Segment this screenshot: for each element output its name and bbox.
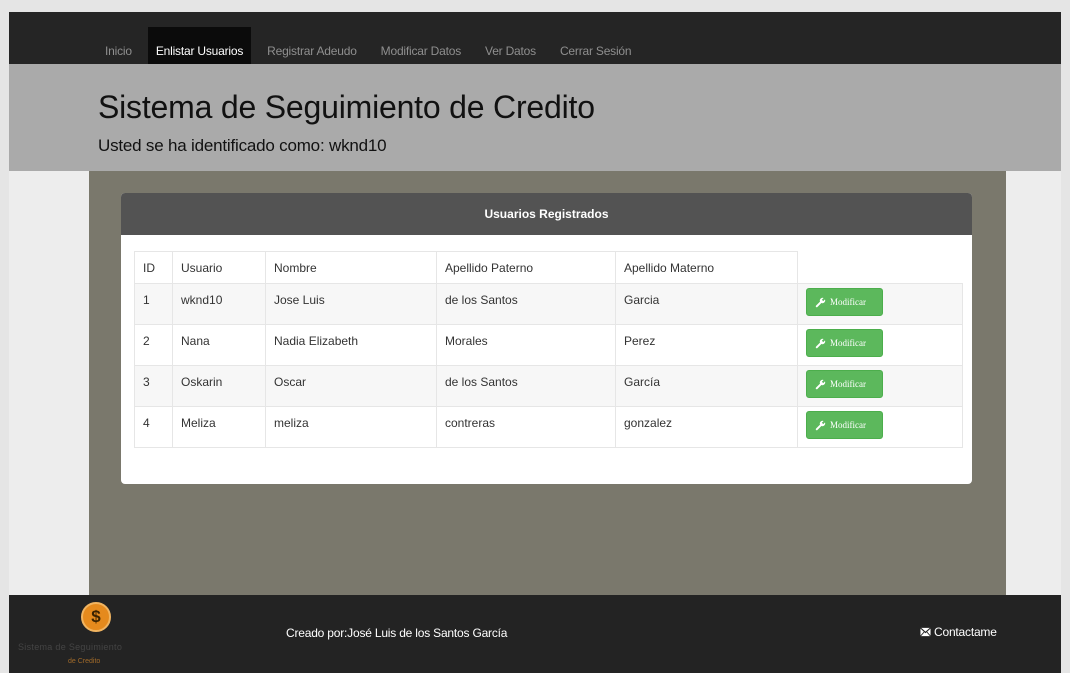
nav-item-modificar-datos[interactable]: Modificar Datos bbox=[381, 40, 462, 62]
cell-usuario: wknd10 bbox=[172, 283, 266, 325]
cell-id: 2 bbox=[134, 324, 173, 366]
column-header-id: ID bbox=[134, 251, 173, 284]
table-row: 2 Nana Nadia Elizabeth Morales Perez Mod… bbox=[134, 324, 963, 366]
table-row: 4 Meliza meliza contreras gonzalez Modif… bbox=[134, 406, 963, 448]
column-header-apellido-paterno: Apellido Paterno bbox=[436, 251, 616, 284]
cell-apellido-paterno: de los Santos bbox=[436, 365, 616, 407]
cell-id: 3 bbox=[134, 365, 173, 407]
cell-usuario: Oskarin bbox=[172, 365, 266, 407]
wrench-icon bbox=[815, 379, 826, 389]
users-table: ID Usuario Nombre Apellido Paterno Apell… bbox=[134, 251, 963, 448]
column-header-nombre: Nombre bbox=[265, 251, 437, 284]
cell-nombre: Nadia Elizabeth bbox=[265, 324, 437, 366]
column-header-actions bbox=[798, 252, 963, 284]
cell-apellido-paterno: de los Santos bbox=[436, 283, 616, 325]
column-header-apellido-materno: Apellido Materno bbox=[615, 251, 798, 284]
logged-in-user-text: Usted se ha identificado como: wknd10 bbox=[98, 136, 387, 155]
users-panel: Usuarios Registrados ID Usuario Nombre A… bbox=[121, 193, 972, 484]
page-title: Sistema de Seguimiento de Credito bbox=[98, 89, 595, 125]
logo-text: Sistema de Seguimiento bbox=[18, 642, 123, 652]
table-header-row: ID Usuario Nombre Apellido Paterno Apell… bbox=[134, 251, 963, 284]
cell-apellido-materno: Perez bbox=[615, 324, 798, 366]
cell-usuario: Meliza bbox=[172, 406, 266, 448]
cell-nombre: Oscar bbox=[265, 365, 437, 407]
panel-title: Usuarios Registrados bbox=[121, 193, 972, 235]
envelope-icon bbox=[920, 627, 931, 637]
modify-button-label: Modificar bbox=[830, 379, 866, 389]
modify-button[interactable]: Modificar bbox=[806, 329, 883, 357]
modify-button[interactable]: Modificar bbox=[806, 288, 883, 316]
cell-apellido-materno: gonzalez bbox=[615, 406, 798, 448]
table-row: 1 wknd10 Jose Luis de los Santos Garcia … bbox=[134, 283, 963, 325]
table-row: 3 Oskarin Oscar de los Santos García Mod… bbox=[134, 365, 963, 407]
modify-button[interactable]: Modificar bbox=[806, 370, 883, 398]
page-footer bbox=[9, 595, 1061, 673]
modify-button-label: Modificar bbox=[830, 297, 866, 307]
cell-actions: Modificar bbox=[797, 406, 963, 448]
cell-actions: Modificar bbox=[797, 283, 963, 325]
contact-label: Contactame bbox=[934, 625, 997, 639]
wrench-icon bbox=[815, 420, 826, 430]
modify-button[interactable]: Modificar bbox=[806, 411, 883, 439]
cell-actions: Modificar bbox=[797, 365, 963, 407]
cell-nombre: meliza bbox=[265, 406, 437, 448]
nav-item-inicio[interactable]: Inicio bbox=[105, 40, 132, 62]
cell-apellido-materno: Garcia bbox=[615, 283, 798, 325]
cell-apellido-paterno: Morales bbox=[436, 324, 616, 366]
wrench-icon bbox=[815, 338, 826, 348]
cell-nombre: Jose Luis bbox=[265, 283, 437, 325]
nav-item-cerrar-sesion[interactable]: Cerrar Sesión bbox=[560, 40, 632, 62]
column-header-usuario: Usuario bbox=[172, 251, 266, 284]
contact-link[interactable]: Contactame bbox=[920, 625, 997, 639]
top-navbar: Inicio Enlistar Usuarios Registrar Adeud… bbox=[9, 12, 1061, 75]
dollar-coin-icon: $ bbox=[81, 602, 111, 632]
nav-item-registrar-adeudo[interactable]: Registrar Adeudo bbox=[267, 40, 357, 62]
cell-id: 1 bbox=[134, 283, 173, 325]
modify-button-label: Modificar bbox=[830, 338, 866, 348]
cell-actions: Modificar bbox=[797, 324, 963, 366]
footer-logo: $ Sistema de Seguimiento de Credito bbox=[18, 600, 122, 672]
nav-item-ver-datos[interactable]: Ver Datos bbox=[485, 40, 536, 62]
modify-button-label: Modificar bbox=[830, 420, 866, 430]
logo-subtext: de Credito bbox=[68, 658, 101, 665]
page-header: Sistema de Seguimiento de Credito Usted … bbox=[9, 64, 1061, 171]
wrench-icon bbox=[815, 297, 826, 307]
cell-apellido-materno: García bbox=[615, 365, 798, 407]
cell-apellido-paterno: contreras bbox=[436, 406, 616, 448]
footer-credit: Creado por:José Luis de los Santos Garcí… bbox=[286, 626, 508, 640]
cell-id: 4 bbox=[134, 406, 173, 448]
cell-usuario: Nana bbox=[172, 324, 266, 366]
